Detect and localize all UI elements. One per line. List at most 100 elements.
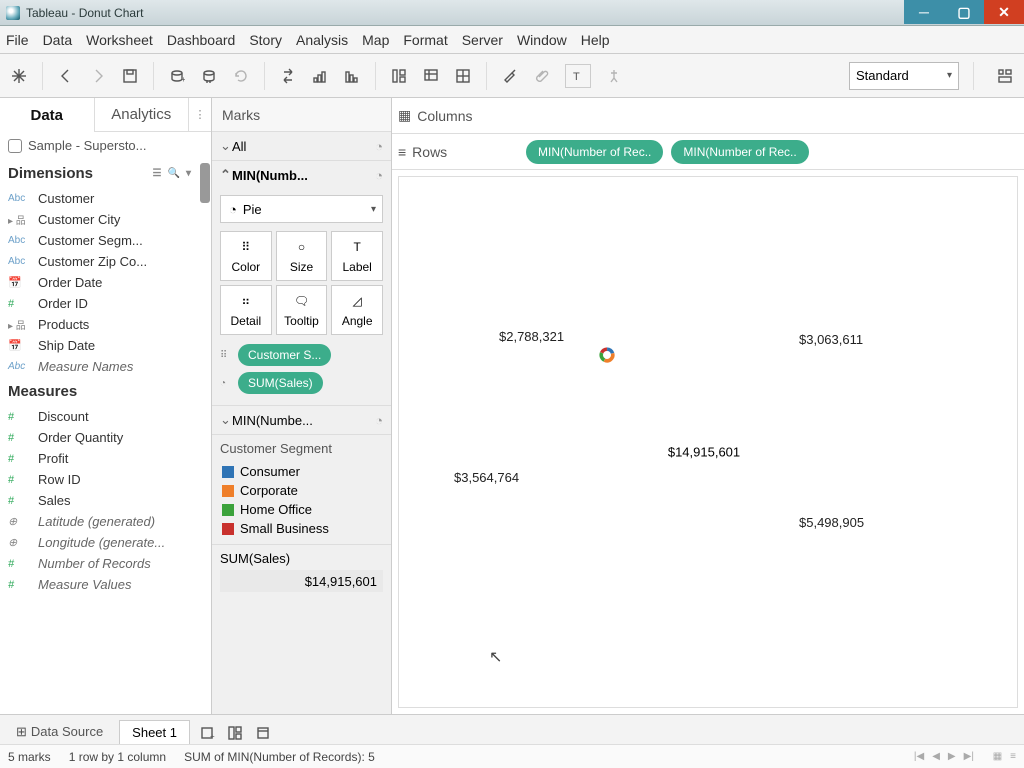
nav-first-icon[interactable]: |◀ — [914, 751, 924, 762]
field-row-id[interactable]: #Row ID — [0, 469, 199, 490]
mark-card-tooltip[interactable]: 🗨Tooltip — [276, 285, 328, 335]
new-dashboard-button[interactable] — [224, 722, 246, 744]
angle-pill-row[interactable]: ◔SUM(Sales) — [212, 369, 391, 397]
pin-button[interactable] — [605, 67, 623, 85]
highlight-button[interactable] — [501, 67, 519, 85]
field-customer-segm-[interactable]: AbcCustomer Segm... — [0, 230, 199, 251]
menu-file[interactable]: File — [6, 32, 29, 48]
mark-card-size[interactable]: ○Size — [276, 231, 328, 281]
menu-dashboard[interactable]: Dashboard — [167, 32, 236, 48]
attach-button[interactable] — [533, 67, 551, 85]
field-products[interactable]: ▸ 品Products — [0, 314, 199, 335]
data-label-small-business: $2,788,321 — [499, 329, 697, 344]
datasource-row[interactable]: Sample - Supersto... — [0, 132, 211, 159]
rows-shelf[interactable]: ≡Rows MIN(Number of Rec.. MIN(Number of … — [392, 134, 1024, 170]
show-me-button[interactable] — [996, 67, 1014, 85]
angle-pill[interactable]: SUM(Sales) — [238, 372, 323, 394]
menu-story[interactable]: Story — [249, 32, 282, 48]
save-button[interactable] — [121, 67, 139, 85]
field-discount[interactable]: #Discount — [0, 406, 199, 427]
mark-type-selector[interactable]: ◔Pie — [220, 195, 383, 223]
marks-cards: ⠿Color○SizeTLabel ⠶Detail🗨Tooltip◿Angle — [220, 231, 383, 335]
nav-list-icon[interactable]: ≡ — [1010, 751, 1016, 762]
nav-last-icon[interactable]: ▶| — [964, 751, 974, 762]
color-pill[interactable]: Customer S... — [238, 344, 331, 366]
field-customer-zip-co-[interactable]: AbcCustomer Zip Co... — [0, 251, 199, 272]
mark-card-detail[interactable]: ⠶Detail — [220, 285, 272, 335]
menu-worksheet[interactable]: Worksheet — [86, 32, 153, 48]
menu-map[interactable]: Map — [362, 32, 389, 48]
swap-button[interactable] — [279, 67, 297, 85]
field-number-of-records[interactable]: #Number of Records — [0, 553, 199, 574]
sort-asc-button[interactable] — [311, 67, 329, 85]
new-story-button[interactable] — [252, 722, 274, 744]
field-order-id[interactable]: #Order ID — [0, 293, 199, 314]
close-button[interactable]: ✕ — [984, 0, 1024, 24]
marks-current-section[interactable]: ⌃MIN(Numb...◔ — [212, 161, 391, 189]
legend-item-small-business[interactable]: Small Business — [212, 519, 391, 538]
menu-help[interactable]: Help — [581, 32, 610, 48]
pause-button[interactable] — [200, 67, 218, 85]
tab-data[interactable]: Data — [0, 98, 95, 132]
nav-next-icon[interactable]: ▶ — [948, 751, 956, 762]
marks-all-section[interactable]: ⌄All◔ — [212, 132, 391, 160]
mark-card-label[interactable]: TLabel — [331, 231, 383, 281]
view-mode-icon[interactable]: ☰ — [153, 168, 162, 179]
slice-corporate[interactable] — [604, 353, 615, 363]
angle-icon: ◿ — [353, 292, 362, 310]
labels-button[interactable]: T — [565, 64, 591, 88]
columns-shelf[interactable]: ▦Columns — [392, 98, 1024, 134]
new-sheet-button[interactable]: + — [196, 722, 218, 744]
menu-window[interactable]: Window — [517, 32, 567, 48]
sort-desc-button[interactable] — [343, 67, 361, 85]
forward-button[interactable] — [89, 67, 107, 85]
totals-button[interactable] — [454, 67, 472, 85]
menu-data[interactable]: Data — [43, 32, 73, 48]
marks-next-section[interactable]: ⌄MIN(Numbe...◔ — [212, 406, 391, 434]
logo-icon[interactable] — [10, 67, 28, 85]
rows-pill-2[interactable]: MIN(Number of Rec.. — [671, 140, 808, 164]
group-button[interactable] — [390, 67, 408, 85]
fit-selector[interactable]: Standard — [849, 62, 959, 90]
new-datasource-button[interactable]: + — [168, 67, 186, 85]
rows-pill-1[interactable]: MIN(Number of Rec.. — [526, 140, 663, 164]
legend-item-corporate[interactable]: Corporate — [212, 481, 391, 500]
field-latitude-generated-[interactable]: ⊕Latitude (generated) — [0, 511, 199, 532]
field-longitude-generate-[interactable]: ⊕Longitude (generate... — [0, 532, 199, 553]
field-order-quantity[interactable]: #Order Quantity — [0, 427, 199, 448]
worksheet-button[interactable] — [422, 67, 440, 85]
nav-grid-icon[interactable]: ▦ — [993, 751, 1002, 762]
maximize-button[interactable]: ▢ — [944, 0, 984, 24]
search-icon[interactable]: 🔍 — [168, 168, 180, 179]
refresh-button[interactable] — [232, 67, 250, 85]
back-button[interactable] — [57, 67, 75, 85]
tab-analytics[interactable]: Analytics — [95, 98, 190, 132]
legend-item-home-office[interactable]: Home Office — [212, 500, 391, 519]
field-ship-date[interactable]: 📅Ship Date — [0, 335, 199, 356]
field-measure-values[interactable]: #Measure Values — [0, 574, 199, 595]
tab-datasource[interactable]: ⊞Data Source — [4, 720, 115, 744]
field-profit[interactable]: #Profit — [0, 448, 199, 469]
menu-analysis[interactable]: Analysis — [296, 32, 348, 48]
tab-sheet1[interactable]: Sheet 1 — [119, 720, 190, 744]
field-order-date[interactable]: 📅Order Date — [0, 272, 199, 293]
mark-card-angle[interactable]: ◿Angle — [331, 285, 383, 335]
type-icon: 📅 — [8, 276, 32, 289]
field-sales[interactable]: #Sales — [0, 490, 199, 511]
scrollbar[interactable] — [199, 159, 211, 714]
field-measure-names[interactable]: AbcMeasure Names — [0, 356, 199, 377]
mark-card-color[interactable]: ⠿Color — [220, 231, 272, 281]
menu-format[interactable]: Format — [403, 32, 447, 48]
canvas[interactable]: $14,915,601 $3,063,611$5,498,905$3,564,7… — [398, 176, 1018, 708]
minimize-button[interactable]: ─ — [904, 0, 944, 24]
field-customer-city[interactable]: ▸ 品Customer City — [0, 209, 199, 230]
color-pill-row[interactable]: ⠿Customer S... — [212, 341, 391, 369]
slice-home-office[interactable] — [599, 352, 605, 362]
dimensions-menu-icon[interactable]: ▾ — [186, 168, 191, 179]
menu-server[interactable]: Server — [462, 32, 503, 48]
nav-prev-icon[interactable]: ◀ — [932, 751, 940, 762]
legend-item-consumer[interactable]: Consumer — [212, 462, 391, 481]
field-customer[interactable]: AbcCustomer — [0, 188, 199, 209]
tab-options-button[interactable]: ⋮ — [189, 98, 211, 132]
slice-consumer[interactable] — [607, 347, 614, 354]
